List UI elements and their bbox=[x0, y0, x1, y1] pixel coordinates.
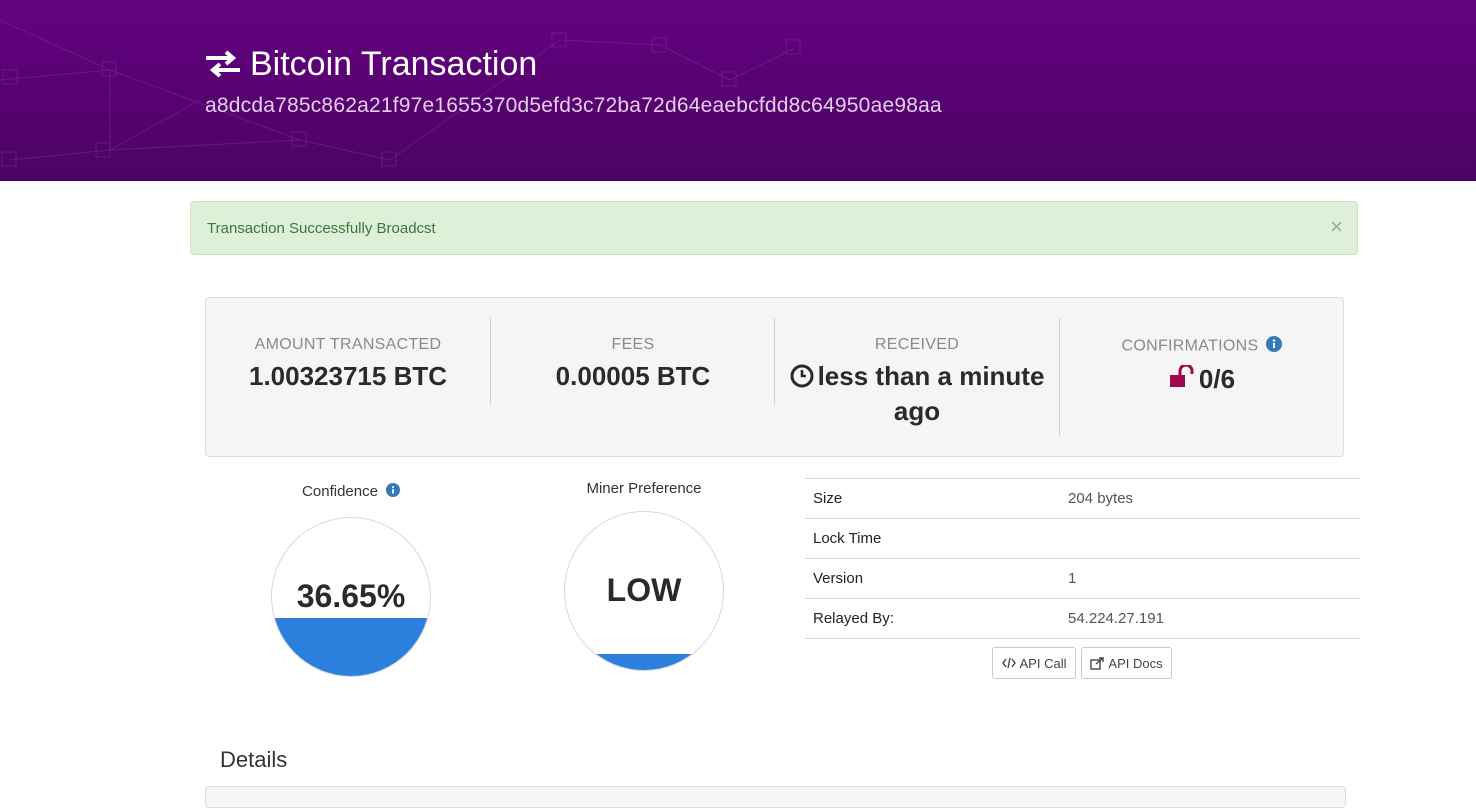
stats-panel: AMOUNT TRANSACTED 1.00323715 BTC FEES 0.… bbox=[205, 297, 1344, 457]
stat-received-label: RECEIVED bbox=[874, 336, 960, 353]
code-icon bbox=[1001, 657, 1016, 669]
stat-fees-value: 0.00005 BTC bbox=[555, 361, 711, 391]
table-row: Lock Time bbox=[805, 518, 1360, 559]
confidence-gauge-fill bbox=[272, 618, 430, 676]
miner-preference-value: LOW bbox=[606, 572, 682, 608]
property-value: 204 bytes bbox=[1060, 478, 1360, 519]
property-key: Size bbox=[805, 478, 1060, 519]
received-text: less than a minute ago bbox=[817, 361, 1045, 426]
confidence-title-text: Confidence bbox=[302, 483, 378, 500]
property-key: Relayed By: bbox=[805, 598, 1060, 639]
close-icon[interactable]: × bbox=[1330, 215, 1343, 239]
stat-amount-label: AMOUNT TRANSACTED bbox=[254, 336, 442, 353]
api-docs-button[interactable]: API Docs bbox=[1081, 647, 1172, 679]
table-row: Relayed By: 54.224.27.191 bbox=[805, 598, 1360, 639]
property-value: 54.224.27.191 bbox=[1060, 598, 1360, 639]
miner-preference-title: Miner Preference bbox=[586, 480, 702, 497]
external-link-icon bbox=[1090, 656, 1105, 670]
transaction-hash: a8dcda785c862a21f97e1655370d5efd3c72ba72… bbox=[205, 94, 942, 117]
page-header: Bitcoin Transaction a8dcda785c862a21f97e… bbox=[0, 0, 1476, 181]
stat-received: RECEIVED less than a minute ago bbox=[775, 318, 1059, 427]
miner-preference-gauge: LOW bbox=[564, 511, 724, 671]
confirmations-text: 0/6 bbox=[1198, 364, 1236, 394]
table-row: Size 204 bytes bbox=[805, 478, 1360, 519]
stat-received-value: less than a minute ago bbox=[775, 360, 1059, 427]
confidence-title: Confidence bbox=[271, 483, 431, 501]
stat-confirmations-value: 0/6 bbox=[1060, 363, 1344, 396]
properties-table: Size 204 bytes Lock Time Version 1 Relay… bbox=[805, 478, 1360, 639]
clock-icon bbox=[790, 363, 814, 395]
confirmations-label-text: CONFIRMATIONS bbox=[1121, 337, 1259, 355]
property-key: Version bbox=[805, 558, 1060, 599]
stat-amount: AMOUNT TRANSACTED 1.00323715 BTC bbox=[206, 318, 490, 392]
success-alert: Transaction Successfully Broadcst × bbox=[190, 201, 1358, 255]
details-panel bbox=[205, 786, 1346, 808]
confidence-gauge: 36.65% bbox=[271, 517, 431, 677]
exchange-icon bbox=[204, 49, 242, 79]
stat-fees-label: FEES bbox=[611, 336, 655, 353]
property-key: Lock Time bbox=[805, 518, 1060, 559]
unlock-icon bbox=[1169, 363, 1195, 396]
api-call-button[interactable]: API Call bbox=[992, 647, 1076, 679]
api-docs-label: API Docs bbox=[1108, 655, 1163, 671]
property-value: 1 bbox=[1060, 558, 1360, 599]
miner-preference-gauge-fill bbox=[565, 654, 723, 670]
stat-fees: FEES 0.00005 BTC bbox=[491, 318, 775, 392]
confidence-value: 36.65% bbox=[296, 578, 406, 614]
table-row: Version 1 bbox=[805, 558, 1360, 599]
page-title: Bitcoin Transaction bbox=[204, 44, 537, 84]
info-icon[interactable] bbox=[1266, 336, 1283, 357]
stat-confirmations-label: CONFIRMATIONS bbox=[1060, 336, 1344, 357]
info-icon[interactable] bbox=[385, 483, 400, 501]
network-background bbox=[0, 19, 801, 167]
stat-amount-value: 1.00323715 BTC bbox=[248, 361, 448, 391]
page-title-text: Bitcoin Transaction bbox=[250, 45, 538, 83]
api-call-label: API Call bbox=[1019, 655, 1067, 671]
property-value bbox=[1060, 518, 1360, 559]
details-heading: Details bbox=[220, 747, 288, 772]
stat-confirmations: CONFIRMATIONS 0/6 bbox=[1060, 318, 1344, 396]
alert-message: Transaction Successfully Broadcst bbox=[207, 220, 436, 237]
